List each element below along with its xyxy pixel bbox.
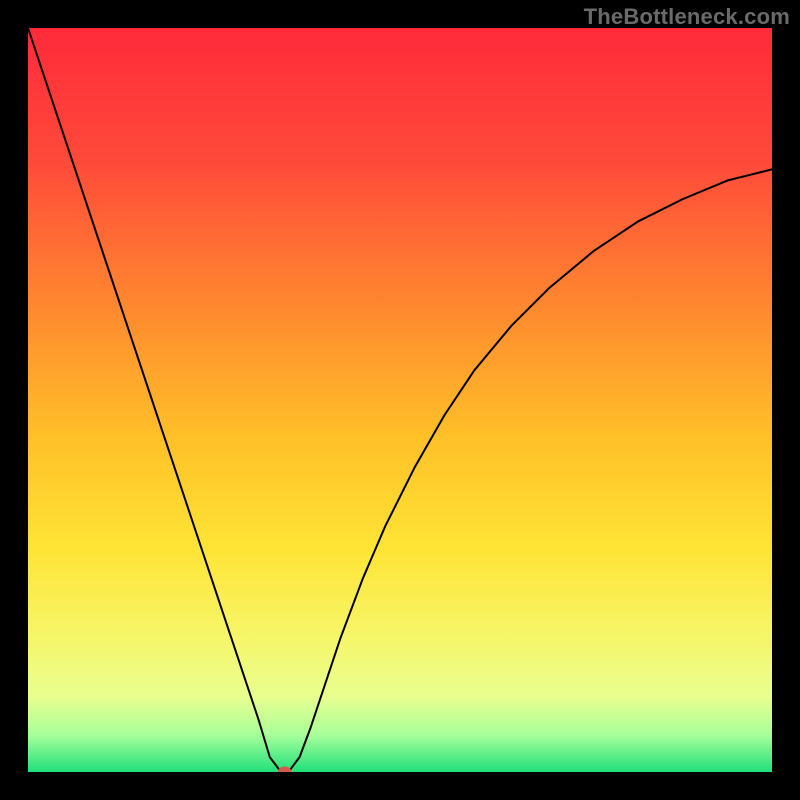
bottleneck-chart xyxy=(28,28,772,772)
gradient-background xyxy=(28,28,772,772)
watermark-text: TheBottleneck.com xyxy=(584,4,790,30)
chart-frame xyxy=(28,28,772,772)
